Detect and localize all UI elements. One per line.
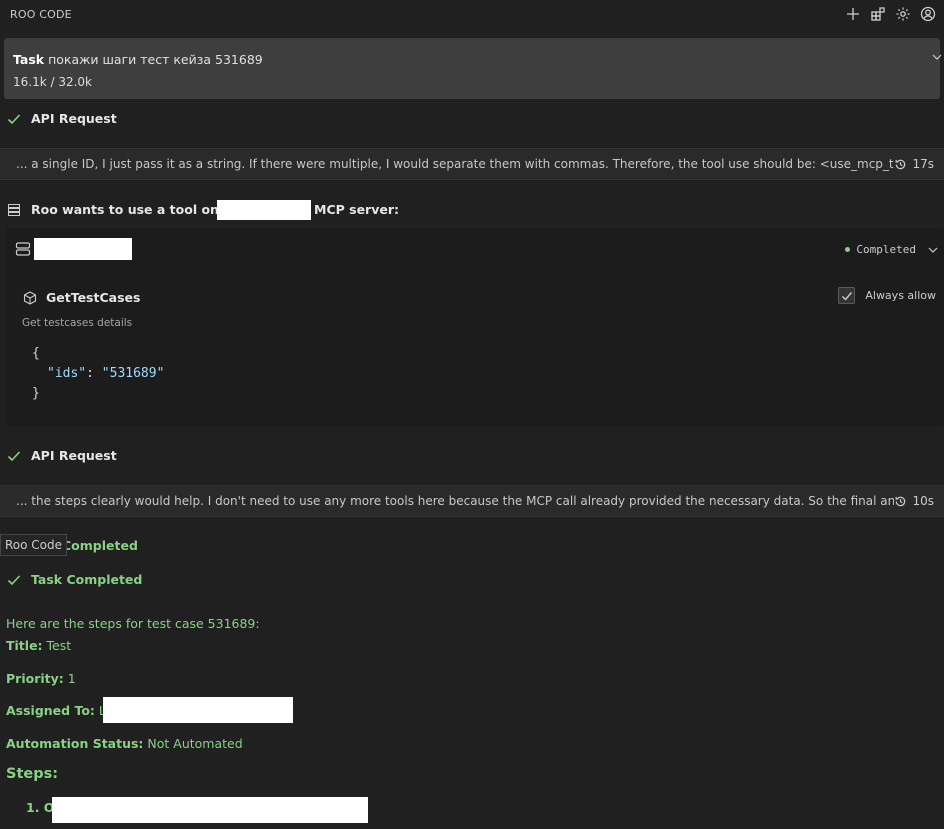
token-usage: 16.1k / 32.0k xyxy=(13,75,93,89)
result-priority: Priority: 1 xyxy=(6,671,76,686)
mcp-suffix-text: MCP server: xyxy=(314,202,399,217)
tool-name-text: GetTestCases xyxy=(46,290,141,305)
history-icon xyxy=(896,159,906,169)
api-request-label: API Request xyxy=(31,111,117,126)
chevron-down-icon[interactable] xyxy=(932,52,942,62)
panel-header: ROO CODE xyxy=(0,0,944,28)
header-toolbar xyxy=(844,6,936,23)
always-allow-checkbox[interactable] xyxy=(838,287,856,304)
redacted-server-label xyxy=(34,238,132,260)
check-icon xyxy=(7,113,21,124)
steps-heading: Steps: xyxy=(6,766,59,782)
mcp-tool-card: Completed GetTestCases Get testcases det… xyxy=(6,228,944,426)
extensions-icon[interactable] xyxy=(869,6,886,23)
api-request-row[interactable]: API Request xyxy=(7,448,117,463)
chevron-down-icon[interactable] xyxy=(928,245,938,255)
task-label: Task xyxy=(13,52,45,67)
status-dot xyxy=(845,247,851,252)
plus-icon[interactable] xyxy=(844,6,861,23)
mcp-prefix-text: Roo wants to use a tool on the xyxy=(31,202,247,217)
redacted-server-name xyxy=(217,200,311,220)
always-allow-label: Always allow xyxy=(865,289,936,302)
server-icon xyxy=(15,242,31,256)
reasoning-text: ... a single ID, I just pass it as a str… xyxy=(16,157,895,171)
redacted-step-text xyxy=(52,797,368,823)
task-summary[interactable]: Task покажи шаги тест кейза 531689 16.1k … xyxy=(4,38,942,99)
api-request-label: API Request xyxy=(31,448,117,463)
cube-icon xyxy=(23,290,37,305)
check-icon xyxy=(7,574,21,585)
result-title: Title: Test xyxy=(6,638,72,653)
result-automation: Automation Status: Not Automated xyxy=(6,736,243,751)
reasoning-row[interactable]: ... a single ID, I just pass it as a str… xyxy=(0,148,944,180)
check-icon xyxy=(7,450,21,461)
reasoning-row[interactable]: ... the steps clearly would help. I don'… xyxy=(0,485,944,517)
history-icon xyxy=(896,496,906,506)
reasoning-duration: 17s xyxy=(912,157,934,171)
server-icon xyxy=(8,203,20,216)
check-icon xyxy=(841,291,852,301)
reasoning-duration: 10s xyxy=(912,494,934,508)
status-badge[interactable]: Completed xyxy=(845,243,938,256)
mcp-request-header: Roo wants to use a tool on the xyxy=(7,202,247,217)
json-key: "ids" xyxy=(47,366,87,381)
redacted-assignee xyxy=(103,697,293,723)
gear-icon[interactable] xyxy=(894,6,911,23)
completed-partial-label: Completed xyxy=(62,538,138,553)
api-request-row[interactable]: API Request xyxy=(7,111,117,126)
always-allow-toggle[interactable]: Always allow xyxy=(838,287,936,304)
tooltip: Roo Code xyxy=(0,534,68,556)
result-intro: Here are the steps for test case 531689: xyxy=(6,616,260,631)
reasoning-text: ... the steps clearly would help. I don'… xyxy=(16,494,895,508)
tool-name: GetTestCases xyxy=(23,290,140,305)
status-text: Completed xyxy=(856,243,916,256)
mcp-suffix: MCP server: xyxy=(314,202,399,217)
json-value: "531689" xyxy=(101,366,165,381)
tool-arguments-code: { "ids": "531689" } xyxy=(32,346,165,401)
tool-description: Get testcases details xyxy=(22,317,133,329)
task-text: покажи шаги тест кейза 531689 xyxy=(48,52,263,67)
task-completed-label: Task Completed xyxy=(31,572,143,587)
panel-title: ROO CODE xyxy=(10,7,72,21)
account-icon[interactable] xyxy=(919,6,936,23)
task-completed-row: Task Completed xyxy=(7,572,142,587)
